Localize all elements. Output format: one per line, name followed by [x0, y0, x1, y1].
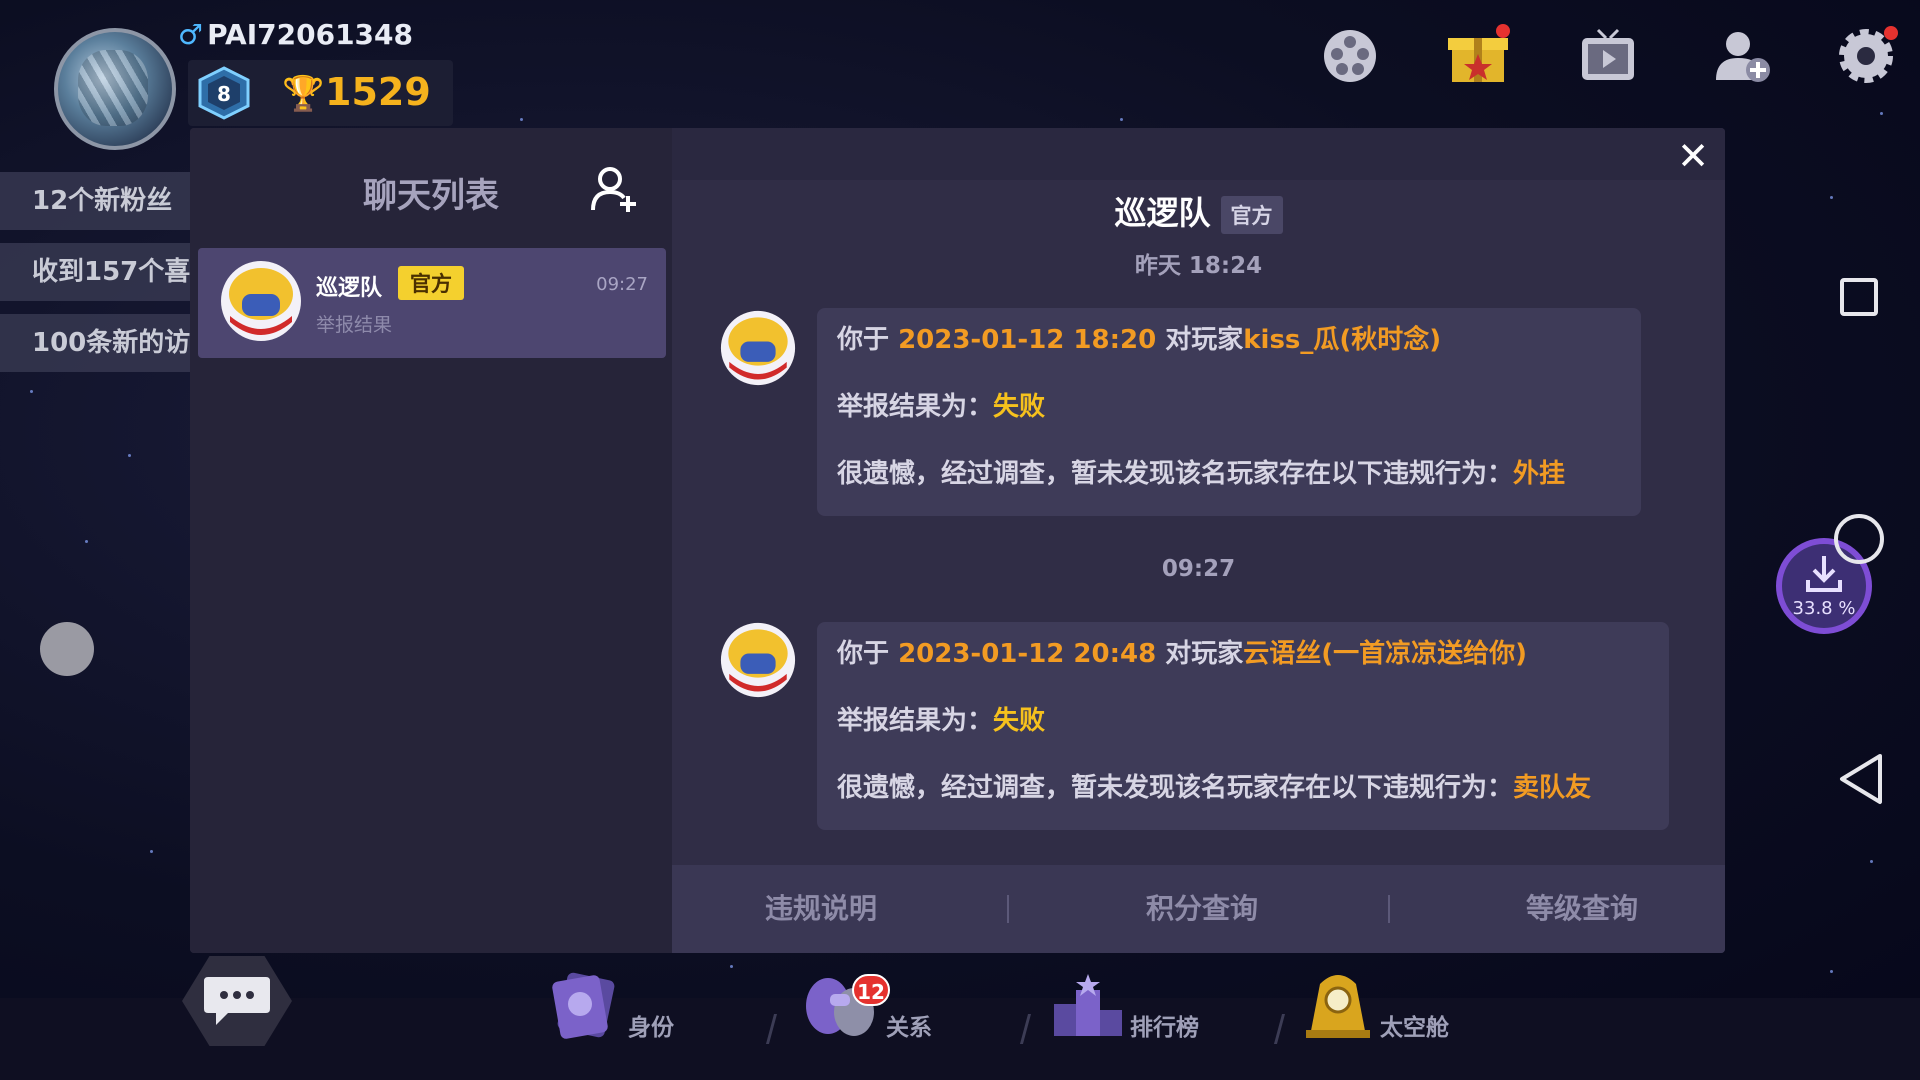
notification-likes[interactable]: 收到157个喜 [0, 243, 200, 301]
home-button[interactable] [1834, 514, 1884, 564]
conversation-title: 巡逻队 官方 [672, 188, 1725, 234]
message-timestamp: 09:27 [1161, 556, 1236, 582]
chat-item-time: 09:27 [596, 274, 648, 295]
leaderboard-icon [1054, 974, 1122, 1036]
add-friend-icon[interactable] [590, 164, 640, 214]
back-icon[interactable] [1838, 752, 1884, 806]
add-user-icon[interactable] [1710, 24, 1774, 88]
official-badge: 官方 [398, 266, 464, 300]
space-capsule-icon [1306, 975, 1370, 1038]
download-percent: 33.8 % [1792, 598, 1856, 619]
message-line-report: 你于 2023-01-12 20:48 对玩家云语丝(一首凉凉送给你) [837, 639, 1528, 669]
conversation-panel: ✕ 巡逻队 官方 昨天 18:24 你于 2023-01-12 18:20 对玩家… [672, 128, 1725, 953]
relationship-badge: 12 [852, 974, 890, 1006]
tab-space-capsule[interactable]: 太空舱 [1300, 970, 1460, 1050]
level-query-button[interactable]: 等级查询 [1482, 865, 1682, 953]
svg-text:8: 8 [217, 82, 231, 106]
message-timestamp: 昨天 18:24 [1134, 253, 1263, 279]
footer-divider [1007, 895, 1009, 923]
message-line-report: 你于 2023-01-12 18:20 对玩家kiss_瓜(秋时念) [837, 325, 1442, 355]
close-button[interactable]: ✕ [1673, 136, 1713, 176]
chat-item-preview: 举报结果 [316, 314, 393, 336]
username-label: ♂ PAI72061348 [178, 18, 414, 51]
message-line-result: 举报结果为：失败 [837, 392, 1046, 422]
notification-new-fans[interactable]: 12个新粉丝 [0, 172, 200, 230]
patrol-avatar [221, 261, 301, 341]
conversation-footer: 违规说明 积分查询 等级查询 [672, 865, 1725, 953]
player-avatar[interactable] [54, 28, 176, 150]
tab-identity[interactable]: 身份 [548, 970, 688, 1050]
chat-item-patrol[interactable]: 巡逻队 官方 09:27 举报结果 [198, 248, 666, 358]
points-query-button[interactable]: 积分查询 [1102, 865, 1302, 953]
download-icon [1806, 556, 1842, 592]
tab-leaderboard[interactable]: 排行榜 [1050, 970, 1210, 1050]
recent-apps-button[interactable] [1840, 278, 1878, 316]
level-badge-icon: 8 [198, 66, 250, 120]
violation-info-button[interactable]: 违规说明 [721, 865, 921, 953]
chat-list-panel: 聊天列表 巡逻队 官方 09:27 举报结果 [190, 128, 672, 953]
chat-item-name: 巡逻队 [316, 276, 383, 301]
settings-gear-icon[interactable] [1834, 24, 1898, 88]
male-icon: ♂ [178, 18, 204, 51]
message-bubble: 你于 2023-01-12 20:48 对玩家云语丝(一首凉凉送给你) 举报结果… [817, 622, 1669, 830]
bottom-nav-bar [0, 998, 1920, 1080]
notification-visits[interactable]: 100条新的访 [0, 314, 200, 372]
tv-video-icon[interactable] [1576, 24, 1640, 88]
trophy-icon: 🏆 [282, 74, 325, 114]
footer-divider [1388, 895, 1390, 923]
identity-card-icon [552, 972, 615, 1039]
gift-box-icon[interactable] [1446, 24, 1510, 88]
patrol-avatar [720, 310, 796, 386]
message-line-violation: 很遗憾，经过调查，暂未发现该名玩家存在以下违规行为：卖队友 [837, 773, 1592, 803]
trophy-count: 1529 [325, 70, 431, 114]
message-bubble: 你于 2023-01-12 18:20 对玩家kiss_瓜(秋时念) 举报结果为… [817, 308, 1641, 516]
film-reel-icon[interactable] [1318, 24, 1382, 88]
floating-assist-button[interactable] [40, 622, 94, 676]
patrol-avatar [720, 622, 796, 698]
message-line-violation: 很遗憾，经过调查，暂未发现该名玩家存在以下违规行为：外挂 [837, 459, 1566, 489]
chat-bubble-icon [204, 977, 270, 1025]
message-line-result: 举报结果为：失败 [837, 706, 1046, 736]
conversation-header-bar [672, 128, 1725, 180]
official-tag: 官方 [1220, 196, 1283, 234]
chat-modal: 聊天列表 巡逻队 官方 09:27 举报结果 ✕ 巡逻队 官方 昨天 18:24… [190, 128, 1725, 953]
